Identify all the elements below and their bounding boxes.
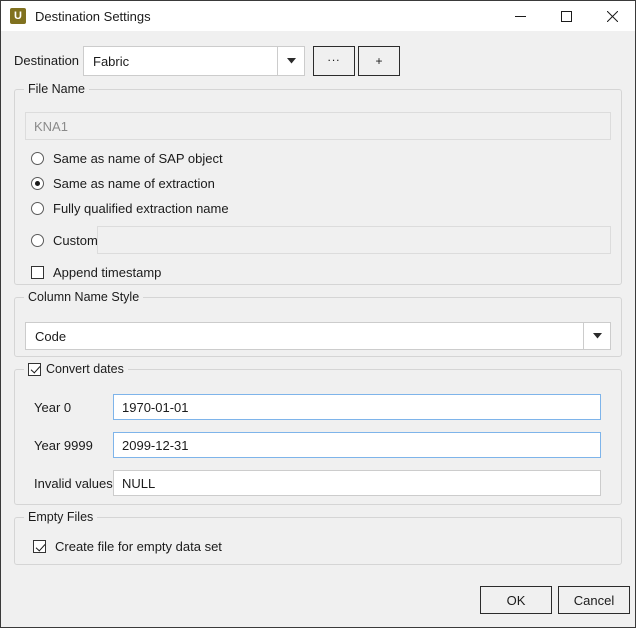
ok-button[interactable]: OK — [480, 586, 552, 614]
window-controls — [497, 1, 635, 31]
close-icon[interactable] — [589, 1, 635, 31]
column-name-style-value: Code — [35, 328, 67, 344]
app-icon-u: U — [10, 8, 26, 24]
year-0-label: Year 0 — [34, 400, 72, 415]
radio-label: Same as name of SAP object — [53, 151, 223, 166]
radio-label: Fully qualified extraction name — [53, 201, 229, 216]
destination-settings-dialog: U Destination Settings Destination Fabri… — [0, 0, 636, 628]
year-0-value: 1970-01-01 — [122, 399, 189, 415]
file-name-value: KNA1 — [34, 118, 68, 134]
destination-value: Fabric — [93, 53, 130, 69]
radio-icon-selected — [31, 177, 44, 190]
cancel-button-label: Cancel — [573, 592, 615, 608]
year-0-input[interactable]: 1970-01-01 — [113, 394, 601, 420]
radio-icon — [31, 152, 44, 165]
checkbox-label: Create file for empty data set — [55, 539, 222, 554]
checkbox-label: Append timestamp — [53, 265, 162, 280]
year-9999-value: 2099-12-31 — [122, 437, 189, 453]
minimize-icon[interactable] — [497, 1, 543, 31]
radio-same-as-sap-object[interactable]: Same as name of SAP object — [31, 151, 223, 166]
checkbox-icon-checked — [28, 362, 41, 376]
radio-same-as-extraction[interactable]: Same as name of extraction — [31, 176, 215, 191]
destination-label: Destination — [14, 53, 80, 68]
add-destination-button[interactable]: + — [358, 46, 400, 76]
radio-custom[interactable]: Custom — [31, 233, 98, 248]
year-9999-label: Year 9999 — [34, 438, 93, 453]
invalid-values-input[interactable]: NULL — [113, 470, 601, 496]
window-title: Destination Settings — [35, 8, 151, 24]
browse-button-label: ... — [327, 50, 341, 64]
maximize-icon[interactable] — [543, 1, 589, 31]
convert-dates-group-title[interactable]: Convert dates — [24, 362, 128, 376]
chevron-down-icon[interactable] — [277, 47, 304, 75]
invalid-values-value: NULL — [122, 475, 156, 491]
checkbox-icon-checked — [33, 540, 46, 553]
convert-dates-label: Convert dates — [46, 362, 124, 376]
radio-fully-qualified-name[interactable]: Fully qualified extraction name — [31, 201, 229, 216]
browse-button[interactable]: ... — [313, 46, 355, 76]
file-name-input[interactable]: KNA1 — [25, 112, 611, 140]
add-button-label: + — [375, 54, 383, 68]
chevron-down-icon[interactable] — [583, 322, 610, 350]
file-name-group-title: File Name — [24, 82, 89, 96]
radio-label: Custom — [53, 233, 98, 248]
checkbox-icon — [31, 266, 44, 279]
radio-icon — [31, 202, 44, 215]
ok-button-label: OK — [506, 592, 526, 608]
custom-file-name-input[interactable] — [97, 226, 611, 254]
year-9999-input[interactable]: 2099-12-31 — [113, 432, 601, 458]
checkbox-append-timestamp[interactable]: Append timestamp — [31, 265, 161, 280]
checkbox-create-file-for-empty-data-set[interactable]: Create file for empty data set — [33, 539, 222, 554]
cancel-button[interactable]: Cancel — [558, 586, 630, 614]
column-name-style-combobox[interactable]: Code — [25, 322, 611, 350]
invalid-values-label: Invalid values — [34, 476, 113, 491]
empty-files-group-title: Empty Files — [24, 510, 98, 524]
radio-icon — [31, 234, 44, 247]
destination-combobox[interactable]: Fabric — [83, 46, 305, 76]
column-name-style-group-title: Column Name Style — [24, 290, 144, 304]
radio-label: Same as name of extraction — [53, 176, 215, 191]
